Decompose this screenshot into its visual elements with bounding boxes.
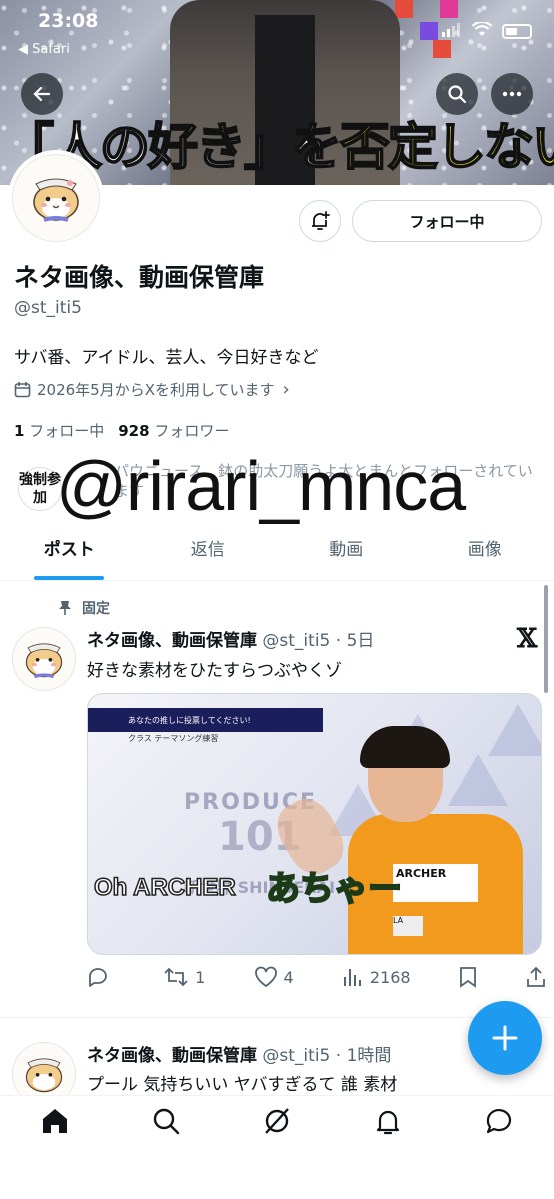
nav-messages[interactable] — [479, 1106, 519, 1146]
message-icon — [486, 1109, 511, 1134]
hamster-avatar-image — [25, 643, 63, 679]
bg-triangle — [488, 704, 541, 756]
share-icon — [527, 966, 545, 987]
reply-button[interactable] — [87, 966, 115, 988]
tag-code: LA — [393, 916, 423, 936]
joined-text: 2026年5月からXを利用しています — [37, 381, 275, 399]
notification-bell-button[interactable] — [299, 200, 341, 242]
hamster-avatar-image — [25, 1058, 63, 1093]
profile-avatar[interactable] — [8, 150, 104, 246]
tab-videos[interactable]: 動画 — [277, 527, 416, 580]
bell-plus-icon — [312, 211, 330, 230]
follow-stats: 1 フォロー中 928 フォロワー — [14, 420, 229, 441]
following-link[interactable]: 1 フォロー中 — [14, 420, 104, 441]
nav-home[interactable] — [35, 1106, 75, 1146]
repost-button[interactable]: 1 — [163, 966, 205, 988]
bg-triangle — [448, 754, 508, 806]
battery-icon — [502, 24, 532, 39]
plus-icon — [492, 1025, 518, 1051]
post-text: プール 気持ちいい ヤバすぎるて 誰 素材 — [87, 1075, 398, 1095]
bio: サバ番、アイドル、芸人、今日好きなど — [14, 348, 319, 368]
status-time: 23:08 — [38, 10, 99, 32]
views-button[interactable]: 2168 — [342, 966, 411, 988]
tab-replies[interactable]: 返信 — [139, 527, 278, 580]
heart-icon — [254, 966, 277, 988]
like-button[interactable]: 4 — [254, 966, 294, 988]
scrollbar[interactable] — [544, 585, 548, 693]
post-author-name[interactable]: ネタ画像、動画保管庫 — [87, 631, 257, 651]
views-chart-icon — [343, 969, 361, 986]
watermark-text: @rirari_mnca — [56, 447, 466, 525]
tab-posts[interactable]: ポスト — [0, 527, 139, 580]
share-button[interactable] — [525, 966, 547, 988]
arrow-left-icon — [33, 86, 51, 102]
post-divider — [0, 1017, 554, 1018]
media-caption-en: Oh ARCHER — [93, 873, 236, 902]
joined-date[interactable]: 2026年5月からXを利用しています › — [14, 379, 290, 400]
search-icon — [448, 85, 467, 104]
chevron-right-icon: › — [282, 379, 290, 400]
status-icons — [442, 20, 532, 41]
display-name: ネタ画像、動画保管庫 — [14, 263, 265, 292]
media-vote-banner: あなたの推しに投票してください! — [88, 708, 323, 732]
safari-back-link[interactable]: ◀ Safari — [18, 42, 70, 57]
bookmark-icon — [459, 967, 476, 988]
post-header: ネタ画像、動画保管庫 @st_iti5 · 5日 — [87, 626, 374, 651]
bottom-navigation — [0, 1095, 554, 1199]
home-icon — [43, 1109, 68, 1133]
nav-grok[interactable] — [257, 1106, 297, 1146]
bell-icon — [376, 1110, 399, 1135]
post-meta: @st_iti5 · 1時間 — [262, 1046, 392, 1066]
wifi-icon — [471, 20, 493, 41]
post-header: ネタ画像、動画保管庫 @st_iti5 · 1時間 — [87, 1041, 391, 1066]
tab-images[interactable]: 画像 — [416, 527, 554, 580]
post-text: 好きな素材をひたすらつぶやくゾ — [87, 661, 342, 681]
banner-caption-yellow: 否定しない — [339, 116, 554, 177]
post-actions: 1 4 2168 — [87, 966, 547, 988]
pin-icon — [59, 601, 71, 615]
post-meta: @st_iti5 · 5日 — [262, 631, 375, 651]
person-hair — [360, 726, 450, 768]
followers-link[interactable]: 928 フォロワー — [118, 420, 229, 441]
more-icon — [502, 91, 522, 97]
media-sub-text: クラス テーマソング練習 — [128, 734, 219, 743]
more-button[interactable] — [491, 73, 533, 115]
signal-icon — [442, 22, 462, 41]
handle: @st_iti5 — [14, 298, 82, 318]
compose-button[interactable] — [468, 1001, 542, 1075]
repost-icon — [164, 967, 188, 987]
following-button[interactable]: フォロー中 — [352, 200, 542, 242]
media-caption-jp: あちゃー — [265, 868, 403, 910]
calendar-icon — [14, 382, 31, 398]
post-author-name[interactable]: ネタ画像、動画保管庫 — [87, 1046, 257, 1066]
pinned-label: 固定 — [58, 598, 110, 618]
name-tag: ARCHER — [393, 864, 478, 902]
nav-notifications[interactable] — [368, 1106, 408, 1146]
post-avatar[interactable] — [12, 627, 76, 691]
back-button[interactable] — [21, 73, 63, 115]
hamster-avatar-image — [12, 154, 100, 242]
search-icon — [153, 1108, 180, 1135]
profile-tabs: ポスト 返信 動画 画像 — [0, 527, 554, 581]
x-logo-icon[interactable]: 𝕏 — [517, 624, 537, 654]
grok-icon — [265, 1108, 289, 1134]
nav-search[interactable] — [146, 1106, 186, 1146]
post-media-image[interactable]: あなたの推しに投票してください! クラス テーマソング練習 PRODUCE 10… — [87, 693, 542, 955]
bookmark-button[interactable] — [459, 966, 477, 988]
reply-icon — [89, 968, 107, 987]
search-button[interactable] — [436, 73, 478, 115]
